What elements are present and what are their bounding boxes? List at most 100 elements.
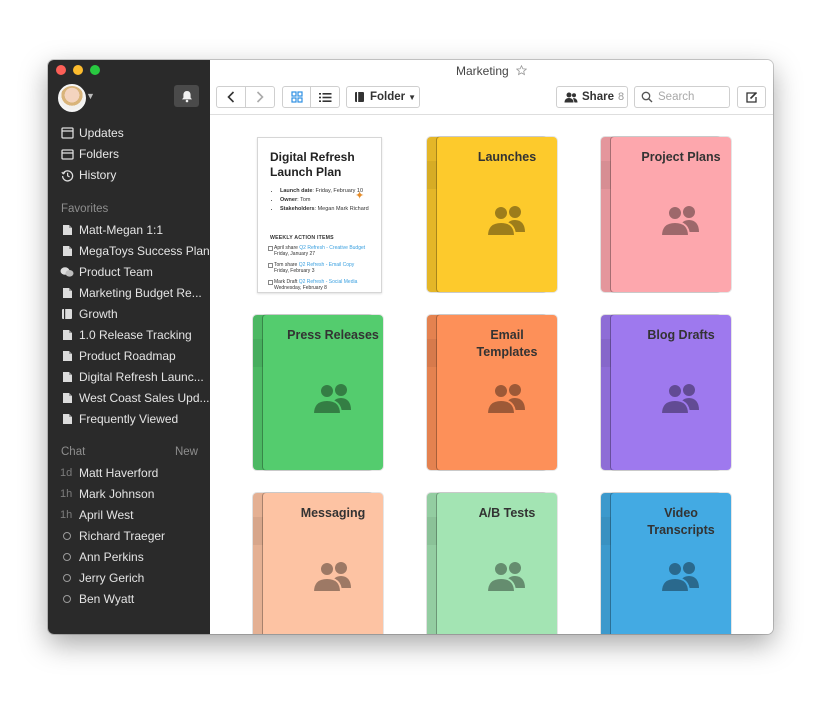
presence-dot-icon — [63, 595, 71, 603]
search-icon — [641, 91, 653, 103]
chat-timestamp: 1h — [60, 488, 73, 500]
sidebar-item-updates[interactable]: Updates — [60, 123, 124, 143]
folder-label: Email Templates — [476, 328, 538, 359]
share-label: Share — [582, 91, 614, 103]
sidebar-item-favorite[interactable]: Frequently Viewed — [60, 409, 202, 429]
chevron-down-icon: ▼ — [408, 92, 417, 102]
weekly-heading: WEEKLY ACTION ITEMS — [270, 235, 334, 241]
avatar[interactable] — [58, 84, 86, 112]
folder-label: Press Releases — [287, 328, 379, 342]
folder-label: Blog Drafts — [647, 328, 715, 342]
document-icon — [60, 350, 74, 362]
document-icon — [60, 245, 74, 257]
chat-item[interactable]: 1d Matt Haverford — [60, 463, 158, 483]
sidebar-item-label: Digital Refresh Launc... — [79, 370, 204, 384]
chat-item[interactable]: Ben Wyatt — [60, 589, 134, 609]
chevron-left-icon — [227, 91, 235, 103]
grid-view-button[interactable] — [282, 86, 311, 108]
star-icon[interactable] — [515, 64, 528, 76]
new-chat-button[interactable]: New — [175, 446, 198, 458]
document-icon — [60, 329, 74, 341]
document-icon — [60, 413, 74, 425]
shared-people-icon — [311, 558, 356, 599]
forward-button[interactable] — [245, 86, 275, 108]
presence-dot-icon — [63, 574, 71, 582]
shared-people-icon — [485, 380, 530, 421]
sidebar: ▼ Updates Folders History Favorites Matt… — [48, 60, 210, 634]
window-controls — [56, 65, 100, 75]
folder-label: Project Plans — [641, 150, 721, 164]
toolbar: Folder ▼ Share 8 Search — [210, 82, 773, 115]
chat-name: Matt Haverford — [79, 466, 159, 480]
notifications-button[interactable] — [174, 85, 199, 107]
sidebar-item-folders[interactable]: Folders — [60, 144, 119, 164]
history-icon — [60, 168, 74, 182]
sidebar-item-favorite[interactable]: 1.0 Release Tracking — [60, 325, 202, 345]
sidebar-item-favorite[interactable]: Matt-Megan 1:1 — [60, 220, 202, 240]
page-title: Marketing — [455, 64, 509, 78]
folder-menu-label: Folder — [370, 91, 406, 103]
sidebar-item-favorite[interactable]: Growth — [60, 304, 202, 324]
folder-book-icon — [355, 92, 364, 102]
chat-item[interactable]: Richard Traeger — [60, 526, 165, 546]
folder-menu-button[interactable]: Folder ▼ — [346, 86, 420, 108]
document-bullets: Launch date: Friday, February 10 Owner: … — [272, 188, 372, 215]
shared-people-icon — [485, 202, 530, 243]
presence-dot-icon — [63, 532, 71, 540]
document-bullet: Stakeholders: Megan Mark Richard — [280, 206, 372, 213]
compose-icon — [746, 91, 758, 103]
shared-people-icon — [311, 380, 356, 421]
shared-people-icon — [659, 202, 704, 243]
sidebar-item-label: 1.0 Release Tracking — [79, 328, 192, 342]
sidebar-item-label: Frequently Viewed — [79, 412, 179, 426]
chat-timestamp: 1d — [60, 467, 73, 479]
sidebar-item-label: MegaToys Success Plan — [79, 244, 210, 258]
chat-item[interactable]: Ann Perkins — [60, 547, 144, 567]
chevron-down-icon[interactable]: ▼ — [86, 91, 95, 101]
compose-button[interactable] — [737, 86, 766, 108]
minimize-window-button[interactable] — [73, 65, 83, 75]
bell-icon — [181, 90, 192, 102]
share-count: 8 — [617, 91, 625, 103]
document-card[interactable]: Digital Refresh Launch Plan ✦ Launch dat… — [257, 137, 382, 293]
main-area: Marketing Folder ▼ Share 8 Search Digita… — [210, 60, 773, 634]
chat-name: Richard Traeger — [79, 529, 166, 543]
shared-people-icon — [485, 558, 530, 599]
sidebar-item-history[interactable]: History — [60, 165, 116, 185]
sidebar-item-label: Marketing Budget Re... — [79, 286, 202, 300]
chat-name: Mark Johnson — [79, 487, 155, 501]
chat-item[interactable]: 1h Mark Johnson — [60, 484, 154, 504]
share-button[interactable]: Share 8 — [556, 86, 628, 108]
sidebar-item-favorite[interactable]: Digital Refresh Launc... — [60, 367, 204, 387]
document-icon — [60, 224, 74, 236]
chat-item[interactable]: 1h April West — [60, 505, 133, 525]
chat-name: April West — [79, 508, 134, 522]
chat-heading: Chat — [61, 446, 86, 458]
close-window-button[interactable] — [56, 65, 66, 75]
sidebar-item-label: Folders — [79, 147, 120, 161]
favorites-heading: Favorites — [61, 203, 109, 215]
folder-label: A/B Tests — [478, 506, 536, 520]
chat-bubbles-icon — [60, 266, 74, 278]
sidebar-item-label: Updates — [79, 126, 124, 140]
sidebar-item-label: History — [79, 168, 117, 182]
folders-icon — [60, 147, 74, 161]
list-view-button[interactable] — [310, 86, 340, 108]
sidebar-item-label: Product Roadmap — [79, 349, 176, 363]
sidebar-item-favorite[interactable]: Marketing Budget Re... — [60, 283, 202, 303]
sidebar-item-favorite[interactable]: Product Roadmap — [60, 346, 202, 366]
chevron-right-icon — [256, 91, 264, 103]
app-window: ▼ Updates Folders History Favorites Matt… — [48, 60, 773, 634]
zoom-window-button[interactable] — [90, 65, 100, 75]
folder-label: Launches — [477, 150, 537, 164]
sidebar-item-favorite[interactable]: Product Team — [60, 262, 202, 282]
back-button[interactable] — [216, 86, 246, 108]
sidebar-item-favorite[interactable]: West Coast Sales Upd... — [60, 388, 210, 408]
people-icon — [564, 92, 578, 102]
grid-icon — [290, 91, 303, 103]
shared-people-icon — [659, 380, 704, 421]
chat-item[interactable]: Jerry Gerich — [60, 568, 144, 588]
search-input[interactable]: Search — [634, 86, 730, 108]
sidebar-item-favorite[interactable]: MegaToys Success Plan — [60, 241, 210, 261]
chat-name: Ben Wyatt — [79, 592, 135, 606]
